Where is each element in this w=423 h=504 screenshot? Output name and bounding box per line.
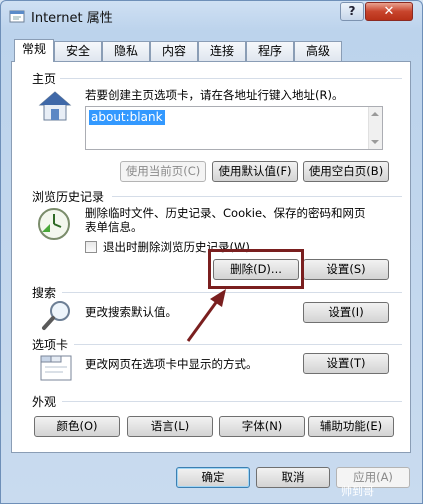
window-title: Internet 属性 [31, 11, 113, 26]
tab-content[interactable]: 内容 [150, 41, 198, 61]
tab-connections[interactable]: 连接 [198, 41, 246, 61]
history-description-line1: 删除临时文件、历史记录、Cookie、保存的密码和网页 [85, 206, 366, 220]
title-bar: Internet 属性 ? ✕ [1, 1, 422, 31]
fonts-button[interactable]: 字体(N) [219, 416, 305, 437]
tab-programs[interactable]: 程序 [246, 41, 294, 61]
appearance-section-label: 外观 [32, 395, 57, 409]
history-section-label: 浏览历史记录 [32, 190, 105, 204]
history-clock-icon [38, 208, 70, 240]
internet-properties-dialog: Internet 属性 ? ✕ 常规 安全 隐私 内容 连接 程序 高级 主页 … [0, 0, 423, 504]
search-magnifier-icon [42, 301, 70, 330]
cancel-button[interactable]: 取消 [256, 467, 330, 488]
help-button[interactable]: ? [340, 2, 364, 21]
home-page-divider [60, 78, 402, 79]
watermark-text: 帅到哥 [341, 485, 374, 498]
languages-button[interactable]: 语言(L) [127, 416, 213, 437]
tab-advanced[interactable]: 高级 [294, 41, 342, 61]
delete-on-exit-checkbox[interactable] [85, 241, 97, 253]
history-settings-button[interactable]: 设置(S) [303, 259, 389, 280]
tabs-divider [74, 344, 402, 345]
scroll-up-arrow-icon[interactable] [371, 112, 379, 116]
home-page-address-field[interactable]: about:blank [85, 106, 383, 150]
appearance-divider [62, 401, 402, 402]
annotation-arrow-icon [186, 289, 226, 342]
tab-general[interactable]: 常规 [14, 39, 54, 62]
address-scrollbar[interactable] [368, 107, 382, 149]
accessibility-button[interactable]: 辅助功能(E) [308, 416, 394, 437]
scroll-down-arrow-icon[interactable] [371, 140, 379, 144]
close-button[interactable]: ✕ [365, 2, 413, 21]
general-tab-panel: 主页 若要创建主页选项卡，请在各地址行键入地址(R)。 about:blank … [11, 61, 411, 453]
tab-privacy[interactable]: 隐私 [102, 41, 150, 61]
tab-security[interactable]: 安全 [54, 41, 102, 61]
internet-options-icon [9, 10, 25, 23]
history-description-line2: 表单信息。 [85, 220, 143, 234]
home-page-section-label: 主页 [32, 72, 57, 86]
ok-button[interactable]: 确定 [176, 467, 250, 488]
tabs-section-label: 选项卡 [32, 338, 69, 352]
search-divider [62, 292, 402, 293]
tabs-window-icon [40, 355, 72, 381]
history-divider [112, 196, 402, 197]
home-page-address-value: about:blank [89, 110, 165, 125]
search-settings-button[interactable]: 设置(I) [303, 302, 389, 323]
home-house-icon [38, 91, 72, 121]
tabs-settings-button[interactable]: 设置(T) [303, 353, 389, 374]
use-current-button[interactable]: 使用当前页(C) [120, 161, 206, 182]
search-description: 更改搜索默认值。 [85, 305, 177, 319]
delete-button-highlight-box [208, 249, 304, 289]
colors-button[interactable]: 颜色(O) [34, 416, 120, 437]
tabs-description: 更改网页在选项卡中显示的方式。 [85, 357, 258, 371]
use-blank-button[interactable]: 使用空白页(B) [303, 161, 389, 182]
home-page-description: 若要创建主页选项卡，请在各地址行键入地址(R)。 [85, 88, 344, 102]
use-default-button[interactable]: 使用默认值(F) [212, 161, 298, 182]
